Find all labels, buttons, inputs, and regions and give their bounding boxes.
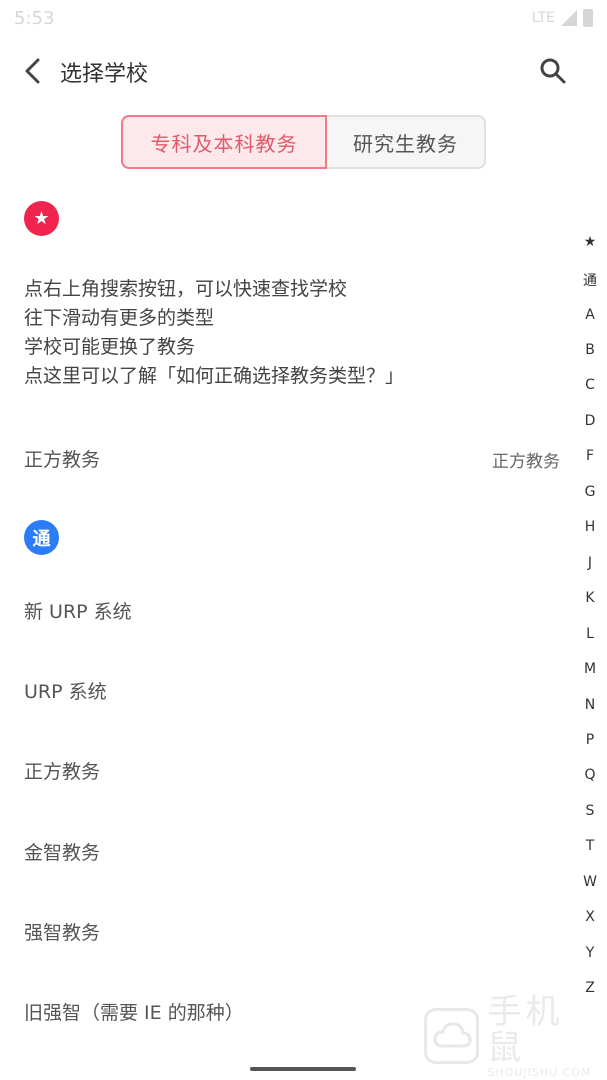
index-letter[interactable]: T <box>576 838 604 854</box>
tab-undergraduate[interactable]: 专科及本科教务 <box>121 115 327 169</box>
list-item[interactable]: 新 URP 系统 <box>24 597 132 624</box>
status-icons: LTE <box>532 9 593 27</box>
tips-text[interactable]: 点右上角搜索按钮，可以快速查找学校 往下滑动有更多的类型 学校可能更换了教务 点… <box>24 275 564 391</box>
favorites-section-badge: ★ <box>24 201 59 236</box>
index-letter[interactable]: J <box>576 555 604 571</box>
app-bar: 选择学校 <box>0 36 607 106</box>
index-letter[interactable]: W <box>576 874 604 890</box>
list-item[interactable]: 正方教务 <box>24 757 100 784</box>
tip-line: 学校可能更换了教务 <box>24 336 196 358</box>
tab-graduate[interactable]: 研究生教务 <box>327 115 486 169</box>
battery-icon <box>583 9 593 27</box>
status-time: 5:53 <box>14 7 55 29</box>
index-letter[interactable]: L <box>576 626 604 642</box>
tip-help-link[interactable]: 点这里可以了解「如何正确选择教务类型？」 <box>24 362 564 391</box>
index-letter[interactable]: F <box>576 448 604 464</box>
index-letter[interactable]: S <box>576 803 604 819</box>
list-item[interactable]: 旧强智（需要 IE 的那种） <box>24 998 244 1025</box>
back-button[interactable] <box>14 52 50 90</box>
chevron-left-icon <box>25 58 40 84</box>
index-letter[interactable]: M <box>576 661 604 677</box>
list-item[interactable]: 强智教务 <box>24 918 100 945</box>
watermark-text: 手机鼠 SHOUJISHU.COM <box>487 994 600 1079</box>
index-letter[interactable]: K <box>576 590 604 606</box>
network-label: LTE <box>531 10 555 26</box>
index-letter[interactable]: ★ <box>576 234 604 250</box>
index-letter[interactable]: D <box>576 413 604 429</box>
index-letter[interactable]: B <box>576 342 604 358</box>
index-letter[interactable]: H <box>576 519 604 535</box>
index-letter[interactable]: G <box>576 484 604 500</box>
page-title: 选择学校 <box>60 62 149 87</box>
search-button[interactable] <box>534 52 572 90</box>
tip-line: 往下滑动有更多的类型 <box>24 307 215 329</box>
cloud-logo-icon <box>424 1008 480 1064</box>
status-bar: 5:53 LTE <box>0 0 607 36</box>
index-letter[interactable]: Y <box>576 945 604 961</box>
index-letter[interactable]: X <box>576 909 604 925</box>
watermark-subtitle: SHOUJISHU.COM <box>487 1065 592 1079</box>
favorite-item-type: 正方教务 <box>492 452 560 472</box>
general-section-badge: 通 <box>24 520 59 555</box>
index-letter[interactable]: P <box>576 732 604 748</box>
watermark-title: 手机鼠 <box>487 991 564 1068</box>
jw-type-tabs: 专科及本科教务 研究生教务 <box>121 115 486 169</box>
favorite-item-name: 正方教务 <box>24 449 101 471</box>
index-letter[interactable]: Q <box>576 767 604 783</box>
list-item[interactable]: 金智教务 <box>24 838 100 865</box>
list-item[interactable]: URP 系统 <box>24 677 107 704</box>
screen: 5:53 LTE 选择学校 专科及本科教务 研究生教务 ★ 点右上角搜索按钮，可… <box>0 0 607 1080</box>
tip-line: 点右上角搜索按钮，可以快速查找学校 <box>24 278 348 300</box>
alphabet-index[interactable]: ★ 通 A B C D F G H J K L M N P Q S T W X … <box>576 226 604 1006</box>
search-icon <box>540 58 566 84</box>
index-letter[interactable]: N <box>576 697 604 713</box>
index-letter[interactable]: 通 <box>576 270 604 290</box>
watermark: 手机鼠 SHOUJISHU.COM <box>424 994 600 1079</box>
signal-icon <box>561 10 577 26</box>
home-indicator[interactable] <box>250 1067 356 1071</box>
index-letter[interactable]: A <box>576 307 604 323</box>
index-letter[interactable]: C <box>576 377 604 393</box>
